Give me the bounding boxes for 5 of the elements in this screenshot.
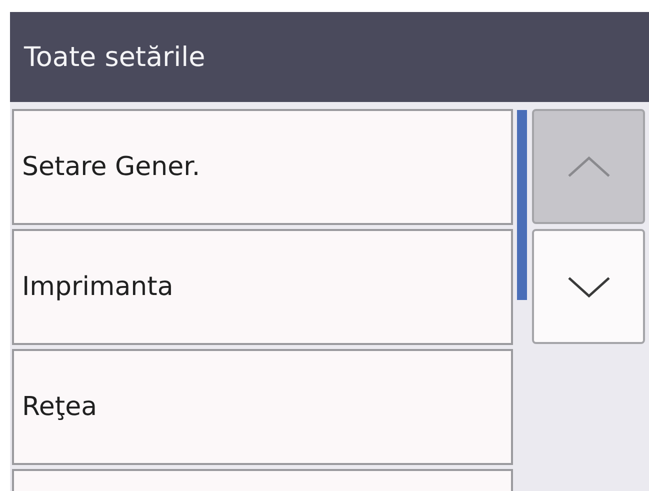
screen-title: Toate setările: [24, 42, 206, 72]
scroll-down-button[interactable]: [532, 229, 645, 344]
menu-item[interactable]: Setare Gener.: [12, 109, 513, 225]
menu-item[interactable]: Imprimanta: [12, 229, 513, 345]
menu-item[interactable]: Reţea: [12, 349, 513, 465]
